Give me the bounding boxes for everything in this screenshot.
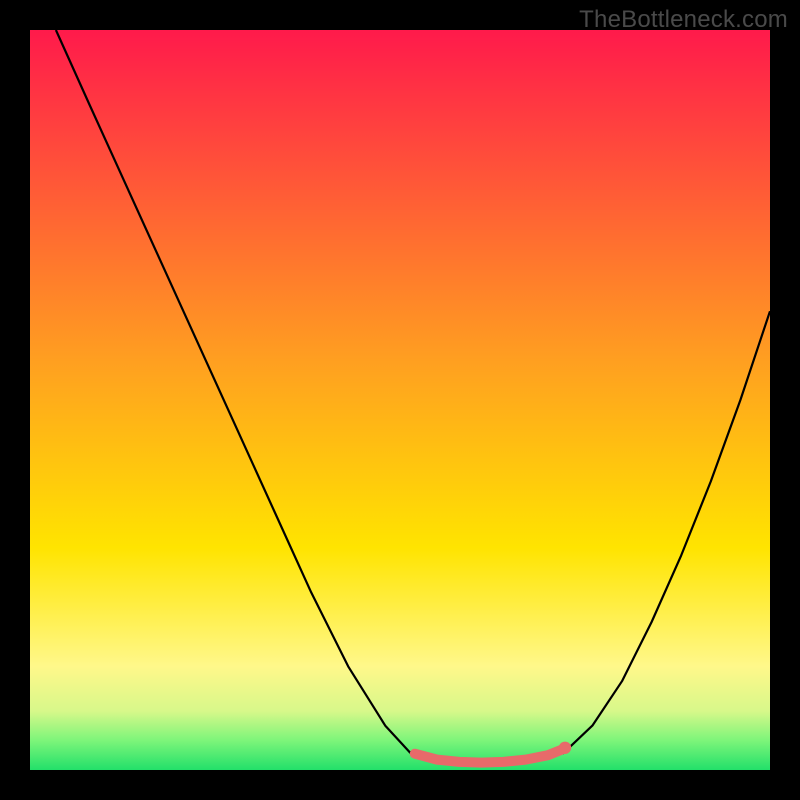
plot-background [30,30,770,770]
chart-canvas [0,0,800,800]
watermark-text: TheBottleneck.com [579,6,788,34]
chart-frame: TheBottleneck.com [0,0,800,800]
flat-end-marker [559,742,571,754]
